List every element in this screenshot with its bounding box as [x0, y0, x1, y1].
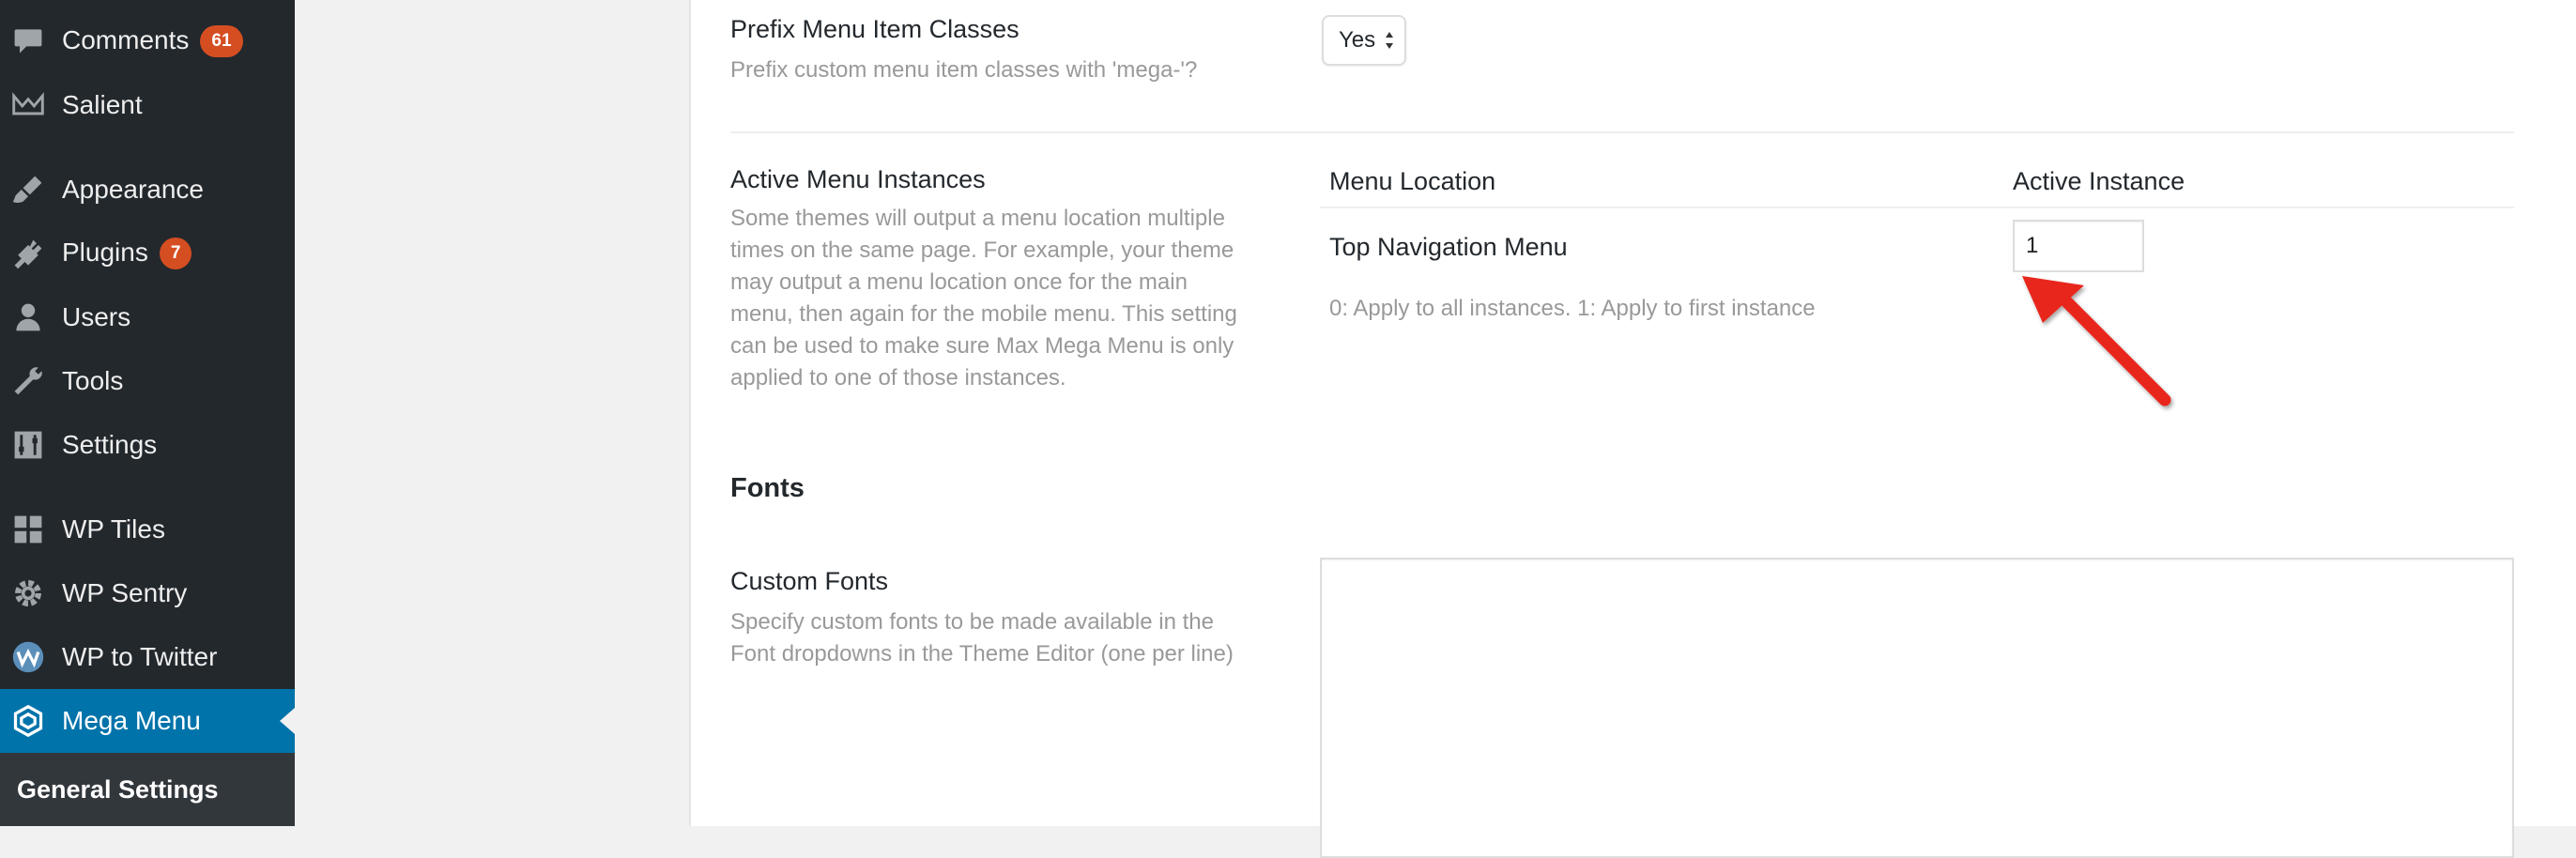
sidebar-item-label: Mega Menu: [62, 706, 201, 735]
sidebar-item-label: WP to Twitter: [62, 642, 218, 671]
column-header-menu-location: Menu Location: [1329, 167, 1496, 195]
sidebar-item-label: Comments 61: [62, 25, 243, 58]
appearance-brush-icon: [9, 171, 47, 208]
sidebar-item-wp-tiles[interactable]: WP Tiles: [0, 498, 295, 561]
active-instance-hint: 0: Apply to all instances. 1: Apply to f…: [1329, 296, 1816, 321]
select-arrows-icon: [1386, 32, 1393, 49]
prefix-classes-description: Prefix custom menu item classes with 'me…: [730, 57, 1198, 83]
sidebar-item-label: Appearance: [62, 175, 205, 204]
active-instances-title: Active Menu Instances: [730, 165, 986, 193]
custom-fonts-title: Custom Fonts: [730, 567, 889, 595]
settings-panel: Prefix Menu Item Classes Prefix custom m…: [689, 0, 2576, 858]
prefix-classes-title: Prefix Menu Item Classes: [730, 15, 1020, 43]
sidebar-item-mega-menu[interactable]: Mega Menu: [0, 689, 295, 753]
sidebar-item-label: Tools: [62, 366, 124, 395]
tools-wrench-icon: [9, 362, 47, 400]
settings-sliders-icon: [9, 426, 47, 464]
submenu-item-general-settings[interactable]: General Settings: [17, 775, 219, 804]
sidebar-item-wp-sentry[interactable]: WP Sentry: [0, 561, 295, 625]
sidebar-item-label: Salient: [62, 90, 143, 119]
admin-sidebar: Comments 61 Salient Appearance Plugins 7 U…: [0, 0, 295, 826]
custom-fonts-textarea[interactable]: [1320, 558, 2514, 858]
sidebar-item-label: Settings: [62, 430, 158, 459]
column-header-active-instance: Active Instance: [2013, 167, 2185, 195]
divider: [730, 131, 2514, 133]
sidebar-item-comments[interactable]: Comments 61: [0, 9, 295, 73]
custom-fonts-description: Specify custom fonts to be made availabl…: [730, 609, 1234, 666]
plugins-count-badge: 7: [159, 237, 192, 270]
row-top-navigation-menu: Top Navigation Menu: [1329, 233, 1568, 261]
wp-sentry-gear-icon: [9, 575, 47, 612]
comments-icon: [9, 23, 47, 60]
prefix-classes-select[interactable]: Yes: [1322, 15, 1406, 66]
sidebar-item-plugins[interactable]: Plugins 7: [0, 222, 295, 285]
sidebar-item-salient[interactable]: Salient: [0, 73, 295, 137]
submenu-mega-menu: General Settings: [0, 753, 295, 826]
salient-icon: [9, 86, 47, 124]
comments-count-badge: 61: [200, 25, 243, 58]
fonts-section-title: Fonts: [730, 473, 805, 503]
wp-to-twitter-icon: [9, 638, 47, 676]
mega-menu-cube-icon: [9, 702, 47, 740]
sidebar-item-users[interactable]: Users: [0, 285, 295, 349]
users-icon: [9, 299, 47, 336]
red-annotation-arrow: [2022, 276, 2171, 406]
wp-tiles-grid-icon: [9, 511, 47, 548]
sidebar-item-tools[interactable]: Tools: [0, 349, 295, 413]
active-instances-description: Some themes will output a menu location …: [730, 206, 1237, 391]
sidebar-item-label: Users: [62, 302, 131, 331]
prefix-classes-select-value: Yes: [1339, 27, 1376, 53]
plugins-icon: [9, 235, 47, 272]
sidebar-item-appearance[interactable]: Appearance: [0, 158, 295, 222]
sidebar-item-label: WP Tiles: [62, 514, 165, 544]
sidebar-item-label: WP Sentry: [62, 578, 188, 607]
sidebar-item-label: Plugins 7: [62, 237, 192, 270]
sidebar-item-settings[interactable]: Settings: [0, 413, 295, 477]
table-header-divider: [1320, 207, 2514, 208]
sidebar-item-wp-to-twitter[interactable]: WP to Twitter: [0, 625, 295, 689]
